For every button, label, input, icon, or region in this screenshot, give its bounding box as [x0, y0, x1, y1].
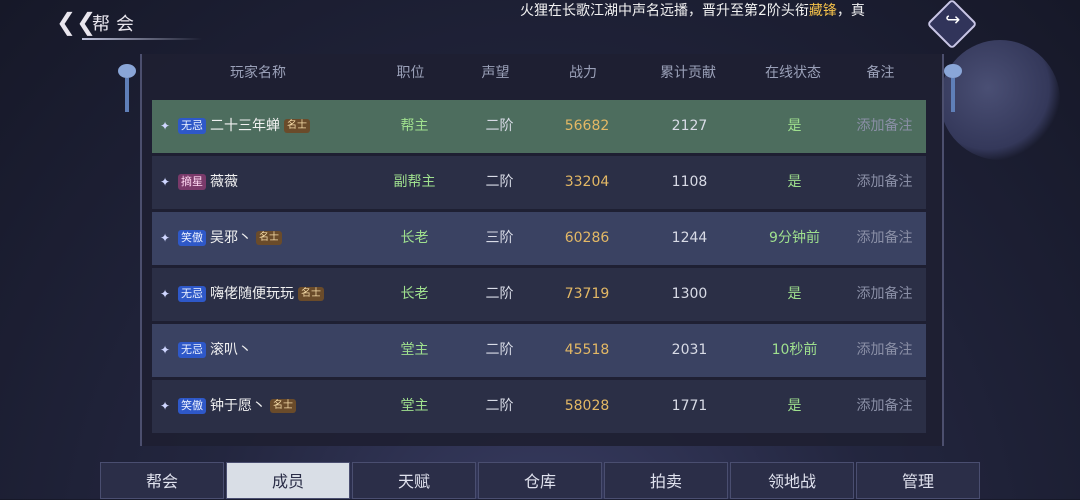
school-emblem-icon: ✦ [160, 399, 171, 413]
member-contribution: 1244 [671, 230, 708, 246]
member-position: 长老 [400, 230, 429, 246]
tab-3[interactable]: 仓库 [478, 462, 602, 499]
member-row[interactable]: ✦ 无忌 嗨佬随便玩玩 名士 长老 二阶 73719 1300 是 添加备注 [152, 268, 926, 321]
school-emblem-icon: ✦ [160, 119, 171, 133]
member-power: 45518 [564, 342, 610, 358]
faction-tag: 无忌 [178, 342, 206, 358]
member-fame: 二阶 [485, 398, 514, 414]
member-position: 堂主 [400, 342, 429, 358]
col-online[interactable]: 在线状态 [748, 62, 838, 82]
member-position: 副帮主 [393, 174, 436, 190]
add-note-button[interactable]: 添加备注 [842, 324, 927, 377]
member-row[interactable]: ✦ 摘星 薇薇 副帮主 二阶 33204 1108 是 添加备注 [152, 156, 926, 209]
member-fame: 二阶 [485, 118, 514, 134]
col-power[interactable]: 战力 [543, 62, 623, 82]
school-emblem-icon: ✦ [160, 231, 171, 245]
member-name-cell: ✦ 笑傲 钟于愿丶 名士 [160, 380, 380, 433]
member-list: ✦ 无忌 二十三年蝉 名士 帮主 二阶 56682 2127 是添加备注 ✦ 摘星 薇薇 副帮主 二阶 33… [152, 100, 926, 436]
member-name: 嗨佬随便玩玩 [210, 286, 294, 302]
member-name: 钟于愿丶 [210, 398, 266, 414]
add-note-button[interactable]: 添加备注 [842, 380, 927, 433]
member-row[interactable]: ✦ 无忌 滚叭丶 堂主 二阶 45518 2031 10秒前 添加备注 [152, 324, 926, 377]
title-underline [82, 38, 202, 40]
col-position[interactable]: 职位 [373, 62, 448, 82]
add-note-button[interactable]: 添加备注 [842, 100, 927, 153]
member-fame: 二阶 [485, 174, 514, 190]
member-online-status: 是 [787, 398, 802, 414]
school-emblem-icon: ✦ [160, 175, 171, 189]
col-contribution[interactable]: 累计贡献 [643, 62, 733, 82]
member-name-cell: ✦ 无忌 二十三年蝉 名士 [160, 100, 380, 153]
back-arrow-icon: ❮❮ [56, 8, 97, 36]
title-badge: 名士 [256, 231, 282, 245]
member-name-cell: ✦ 笑傲 吴邪丶 名士 [160, 212, 380, 265]
tab-4[interactable]: 拍卖 [604, 462, 728, 499]
member-contribution: 1771 [671, 398, 708, 414]
tab-2[interactable]: 天赋 [352, 462, 476, 499]
member-position: 堂主 [400, 398, 429, 414]
ticker-text: 火狸在长歌江湖中声名远播，晋升至第2阶头衔 [520, 3, 809, 19]
member-position: 长老 [400, 286, 429, 302]
member-name-cell: ✦ 无忌 滚叭丶 [160, 324, 380, 377]
member-power: 60286 [564, 230, 610, 246]
member-online-status: 是 [787, 286, 802, 302]
member-name: 吴邪丶 [210, 230, 252, 246]
lantern-decoration-right [944, 64, 962, 114]
faction-tag: 笑傲 [178, 230, 206, 246]
member-online-status: 9分钟前 [769, 230, 820, 246]
page-title: 帮会 [92, 14, 140, 35]
member-power: 58028 [564, 398, 610, 414]
ticker-text-end: ，真 [836, 3, 865, 19]
ticker-highlight: 藏锋 [808, 3, 837, 19]
member-name-cell: ✦ 无忌 嗨佬随便玩玩 名士 [160, 268, 380, 321]
member-online-status: 是 [787, 118, 802, 134]
broadcast-ticker: 火狸在长歌江湖中声名远播，晋升至第2阶头衔藏锋，真 [520, 0, 970, 28]
member-contribution: 2031 [671, 342, 708, 358]
tab-1[interactable]: 成员 [226, 462, 350, 499]
member-fame: 三阶 [485, 230, 514, 246]
member-name: 滚叭丶 [210, 342, 252, 358]
member-online-status: 是 [787, 174, 802, 190]
member-power: 56682 [564, 118, 610, 134]
col-player-name[interactable]: 玩家名称 [188, 62, 328, 82]
faction-tag: 摘星 [178, 174, 206, 190]
member-power: 33204 [564, 174, 610, 190]
title-badge: 名士 [270, 399, 296, 413]
member-fame: 二阶 [485, 286, 514, 302]
table-header: 玩家名称 职位 声望 战力 累计贡献 在线状态 备注 [148, 56, 930, 86]
faction-tag: 笑傲 [178, 398, 206, 414]
member-online-status: 10秒前 [771, 342, 818, 358]
member-name-cell: ✦ 摘星 薇薇 [160, 156, 380, 209]
member-fame: 二阶 [485, 342, 514, 358]
member-contribution: 2127 [671, 118, 708, 134]
title-badge: 名士 [298, 287, 324, 301]
col-fame[interactable]: 声望 [458, 62, 533, 82]
back-button[interactable]: ❮❮ 帮会 [56, 8, 202, 40]
faction-tag: 无忌 [178, 118, 206, 134]
member-name: 薇薇 [210, 174, 238, 190]
faction-tag: 无忌 [178, 286, 206, 302]
lantern-decoration-left [118, 64, 136, 114]
bottom-tab-bar: 帮会 成员 天赋 仓库 拍卖 领地战 管理 [100, 462, 986, 499]
add-note-button[interactable]: 添加备注 [842, 268, 927, 321]
col-note[interactable]: 备注 [838, 62, 923, 82]
member-row[interactable]: ✦ 无忌 二十三年蝉 名士 帮主 二阶 56682 2127 是 添加备注 [152, 100, 926, 153]
member-contribution: 1300 [671, 286, 708, 302]
top-bar: ❮❮ 帮会 火狸在长歌江湖中声名远播，晋升至第2阶头衔藏锋，真 ↪ [0, 0, 1080, 50]
title-badge: 名士 [284, 119, 310, 133]
add-note-button[interactable]: 添加备注 [842, 156, 927, 209]
tab-6[interactable]: 管理 [856, 462, 980, 499]
member-row[interactable]: ✦ 笑傲 吴邪丶 名士 长老 三阶 60286 1244 9分钟前 添加备注 [152, 212, 926, 265]
share-icon: ↪ [945, 9, 961, 31]
school-emblem-icon: ✦ [160, 343, 171, 357]
member-position: 帮主 [400, 118, 429, 134]
tab-5[interactable]: 领地战 [730, 462, 854, 499]
member-row[interactable]: ✦ 笑傲 钟于愿丶 名士 堂主 二阶 58028 1771 是 添加备注 [152, 380, 926, 433]
tab-0[interactable]: 帮会 [100, 462, 224, 499]
member-contribution: 1108 [671, 174, 708, 190]
member-power: 73719 [564, 286, 610, 302]
member-name: 二十三年蝉 [210, 118, 280, 134]
add-note-button[interactable]: 添加备注 [842, 212, 927, 265]
school-emblem-icon: ✦ [160, 287, 171, 301]
